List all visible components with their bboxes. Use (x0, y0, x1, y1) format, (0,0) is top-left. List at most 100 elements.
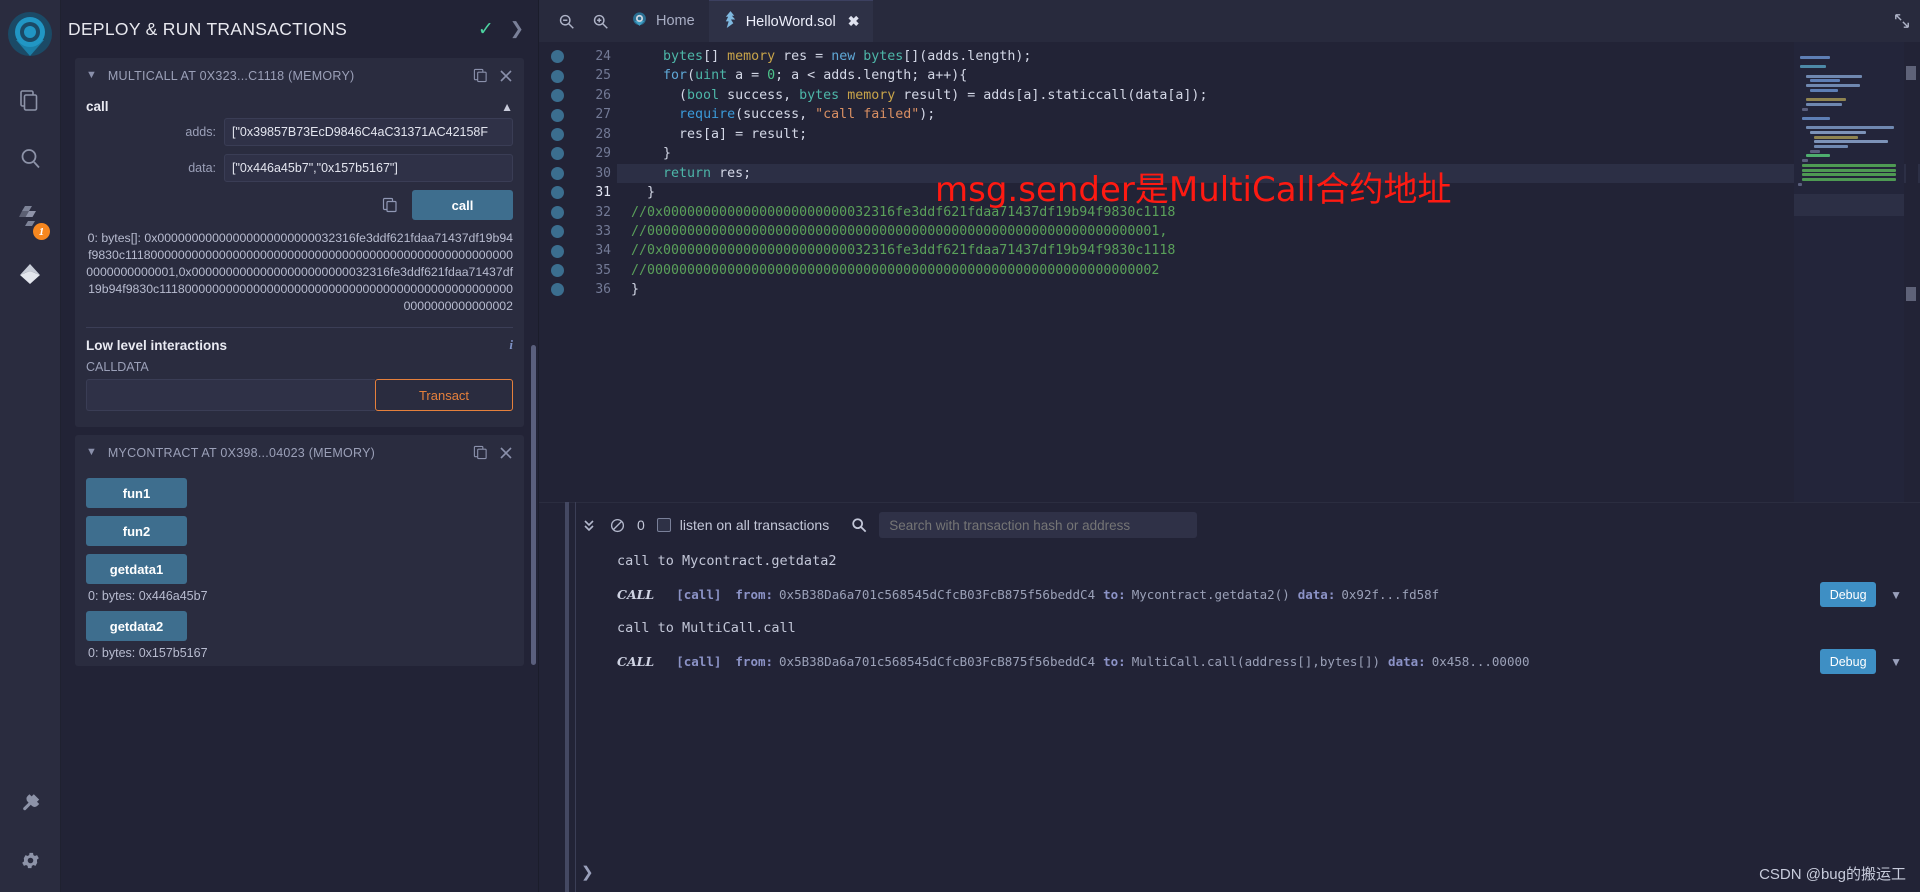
line-number: 27 (595, 107, 611, 123)
gutter-dot[interactable] (539, 125, 575, 144)
minimap-line (1810, 79, 1840, 83)
contract-card-header[interactable]: ▼ MULTICALL AT 0X323...C1118 (MEMORY) (75, 58, 524, 93)
deploy-run-icon[interactable] (8, 252, 52, 296)
gutter-dot[interactable] (539, 164, 575, 183)
listen-all-transactions-checkbox[interactable] (656, 518, 671, 532)
code-line-29[interactable]: } (617, 144, 1920, 163)
deploy-run-panel: DEPLOY & RUN TRANSACTIONS ✓ ❯ ▼ MULTICAL… (61, 0, 539, 892)
gutter-dot[interactable] (539, 86, 575, 105)
expand-icon[interactable] (1894, 13, 1920, 29)
code-line-34[interactable]: //0x00000000000000000000000032316fe3ddf6… (617, 241, 1920, 260)
transact-button[interactable]: Transact (375, 379, 513, 411)
zoom-in-icon[interactable] (583, 0, 617, 42)
copy-icon[interactable] (473, 445, 488, 460)
debug-button[interactable]: Debug (1820, 649, 1877, 674)
editor-vertical-scrollbar[interactable] (1906, 42, 1918, 502)
close-icon[interactable]: ✖ (848, 13, 860, 30)
chevron-down-icon[interactable]: ▼ (1890, 588, 1902, 602)
line-number: 33 (595, 223, 611, 239)
terminal-log[interactable]: call to Mycontract.getdata2 CALL [call] … (539, 547, 1920, 852)
contract-card-mycontract: ▼ MYCONTRACT AT 0X398...04023 (MEMORY) f… (75, 435, 524, 666)
close-icon[interactable] (499, 69, 513, 83)
function-header-row[interactable]: call ▲ (86, 93, 513, 118)
solidity-compiler-icon[interactable]: 1 (8, 194, 52, 240)
left-panel-scrollbar[interactable] (531, 345, 536, 665)
code-line-24[interactable]: bytes[] memory res = new bytes[](adds.le… (617, 47, 1920, 66)
listen-all-transactions-label: listen on all transactions (679, 517, 830, 533)
tab-label: HelloWord.sol (745, 13, 836, 30)
argument-input-data[interactable] (224, 154, 513, 182)
calldata-input[interactable] (86, 379, 375, 411)
debug-button[interactable]: Debug (1820, 582, 1877, 607)
zoom-out-icon[interactable] (549, 0, 583, 42)
tab-helloword-sol[interactable]: HelloWord.sol ✖ (708, 0, 874, 42)
code-line-26[interactable]: (bool success, bytes memory result) = ad… (617, 86, 1920, 105)
transaction-row[interactable]: CALL [call] from: 0x5B38Da6a701c568545dC… (575, 575, 1920, 614)
search-icon[interactable] (8, 136, 52, 180)
code-line-27[interactable]: require(success, "call failed"); (617, 105, 1920, 124)
call-button[interactable]: call (412, 190, 513, 220)
function-button-fun1[interactable]: fun1 (86, 478, 187, 508)
code-line-33[interactable]: //00000000000000000000000000000000000000… (617, 222, 1920, 241)
check-icon[interactable]: ✓ (478, 18, 494, 41)
settings-icon[interactable] (9, 838, 53, 882)
chevron-double-down-icon[interactable] (575, 518, 603, 532)
chevron-right-icon[interactable]: ❯ (581, 863, 594, 881)
gutter-dot[interactable] (539, 261, 575, 280)
terminal-prompt[interactable]: ❯ (539, 852, 1920, 892)
code-line-35[interactable]: //00000000000000000000000000000000000000… (617, 261, 1920, 280)
copy-icon[interactable] (473, 68, 488, 83)
no-entry-icon[interactable] (603, 518, 631, 533)
copy-calldata-icon[interactable] (382, 197, 398, 213)
result-value: 0x00000000000000000000000032316fe3ddf621… (86, 231, 513, 313)
search-icon[interactable] (851, 517, 867, 533)
minimap-line (1798, 182, 1802, 186)
gutter-dot[interactable] (539, 280, 575, 299)
argument-input-adds[interactable] (224, 118, 513, 146)
function-button-getdata1[interactable]: getdata1 (86, 554, 187, 584)
gutter-dot[interactable] (539, 183, 575, 202)
transaction-row[interactable]: CALL [call] from: 0x5B38Da6a701c568545dC… (575, 642, 1920, 681)
to-target: Mycontract.getdata2() (1131, 587, 1290, 602)
code-editor[interactable]: 24 25 26 27 28 29 30 31 32 33 34 35 36 b… (539, 42, 1920, 502)
gutter-dot[interactable] (539, 144, 575, 163)
panel-body: ▼ MULTICALL AT 0X323...C1118 (MEMORY) ca… (61, 58, 538, 892)
function-button-fun2[interactable]: fun2 (86, 516, 187, 546)
minimap-line (1814, 140, 1888, 144)
editor-minimap[interactable] (1794, 42, 1904, 502)
scrollbar-thumb[interactable] (1906, 287, 1916, 301)
function-output-getdata1: 0: bytes: 0x446a45b7 (88, 589, 208, 603)
gutter-dot[interactable] (539, 47, 575, 66)
chevron-right-icon[interactable]: ❯ (510, 19, 524, 39)
plugin-manager-icon[interactable] (9, 780, 53, 824)
info-icon[interactable]: i (509, 337, 513, 353)
remix-logo[interactable] (1, 6, 59, 64)
code-line-25[interactable]: for(uint a = 0; a < adds.length; a++){ (617, 66, 1920, 85)
chevron-down-icon[interactable]: ▼ (1890, 655, 1902, 669)
page-title: DEPLOY & RUN TRANSACTIONS (68, 18, 348, 39)
contract-card-multicall: ▼ MULTICALL AT 0X323...C1118 (MEMORY) ca… (75, 58, 524, 427)
contract-card-header[interactable]: ▼ MYCONTRACT AT 0X398...04023 (MEMORY) (75, 435, 524, 470)
close-icon[interactable] (499, 446, 513, 460)
chevron-down-icon[interactable]: ▼ (86, 447, 97, 458)
tab-home[interactable]: Home (617, 0, 709, 42)
scrollbar-thumb[interactable] (1906, 66, 1916, 80)
minimap-line (1810, 131, 1866, 134)
gutter-dot[interactable] (539, 66, 575, 85)
gutter-dot[interactable] (539, 203, 575, 222)
code-content[interactable]: bytes[] memory res = new bytes[](adds.le… (617, 42, 1920, 502)
chevron-up-icon[interactable]: ▲ (501, 100, 513, 114)
from-address: 0x5B38Da6a701c568545dCfcB03FcB875f56bedd… (779, 654, 1096, 669)
data-value: 0x458...00000 (1431, 654, 1530, 669)
function-button-getdata2[interactable]: getdata2 (86, 611, 187, 641)
code-line-28[interactable]: res[a] = result; (617, 125, 1920, 144)
code-line-36[interactable]: } (617, 280, 1920, 299)
file-explorer-icon[interactable] (8, 78, 52, 122)
chevron-down-icon[interactable]: ▼ (86, 70, 97, 81)
gutter-dot[interactable] (539, 105, 575, 124)
gutter-dot[interactable] (539, 222, 575, 241)
search-input[interactable] (879, 512, 1198, 538)
activity-icon-bar: 1 (0, 0, 61, 892)
data-value: 0x92f...fd58f (1341, 587, 1440, 602)
gutter-dot[interactable] (539, 241, 575, 260)
